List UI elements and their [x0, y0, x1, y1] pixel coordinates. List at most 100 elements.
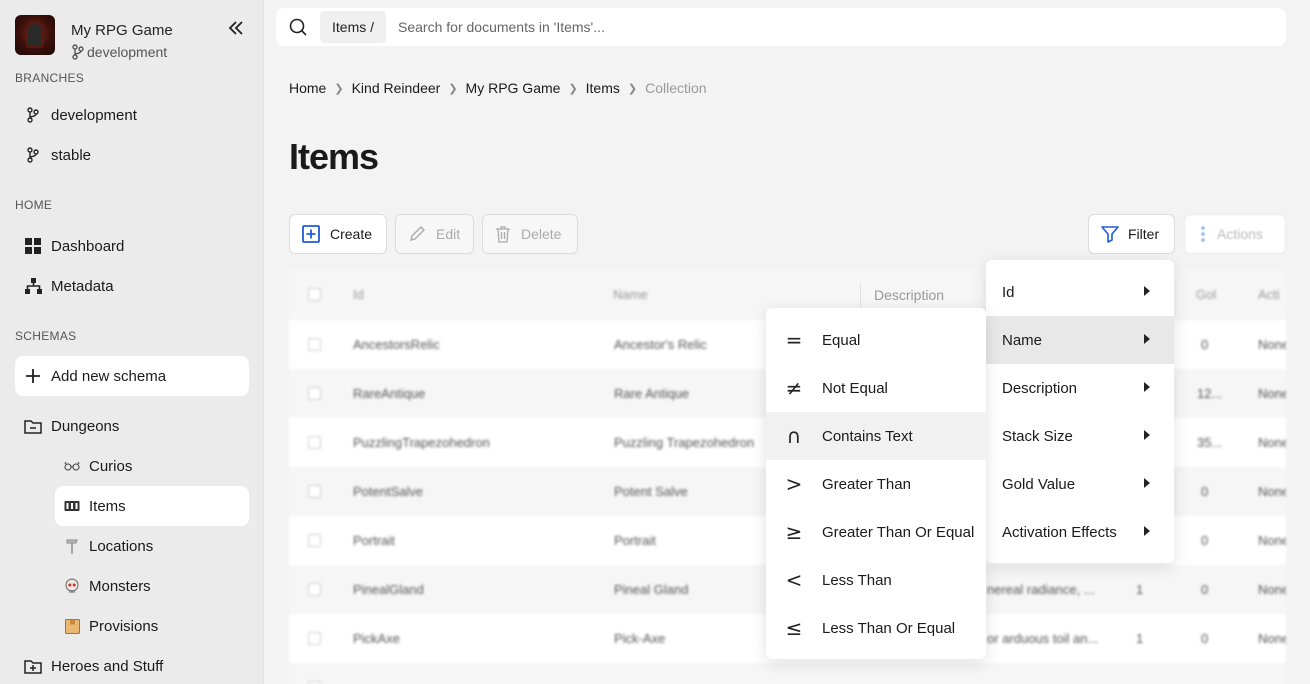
cell-id: Portrait: [353, 533, 395, 548]
glasses-icon: [64, 461, 80, 471]
project-switcher[interactable]: My RPG Game development: [15, 15, 255, 63]
cell-name: Rare Antique: [614, 386, 690, 401]
row-checkbox[interactable]: [308, 436, 321, 449]
add-schema-button[interactable]: Add new schema: [15, 356, 249, 396]
cell-activation: None: [1258, 582, 1286, 597]
schema-provisions[interactable]: Provisions: [55, 606, 249, 646]
collapse-sidebar-button[interactable]: [222, 14, 250, 42]
filter-field-activation-effects[interactable]: Activation Effects: [986, 508, 1174, 556]
breadcrumb-project[interactable]: My RPG Game: [466, 80, 561, 96]
cell-id: PuzzlingTrapezohedron: [353, 435, 490, 450]
filter-button[interactable]: Filter: [1088, 214, 1175, 254]
column-header[interactable]: Acti: [1258, 287, 1280, 302]
row-checkbox[interactable]: [308, 338, 321, 351]
cell-gold: 35...: [1197, 435, 1223, 450]
filter-field-gold-value[interactable]: Gold Value: [986, 460, 1174, 508]
filter-field-stack-size[interactable]: Stack Size: [986, 412, 1174, 460]
chevron-right-icon: ❯: [627, 82, 638, 95]
less-than-icon: <: [785, 568, 803, 592]
cell-name: Pick-Axe: [614, 631, 666, 646]
greater-equal-icon: ≥: [785, 520, 803, 544]
operator-less-than[interactable]: < Less Than: [766, 556, 986, 604]
create-button[interactable]: Create: [289, 214, 387, 254]
cell-name: Potent Salve: [614, 484, 688, 499]
intersection-icon: ∩: [786, 424, 802, 448]
filter-field-menu: Id Name Description Stack Size Gold Valu…: [986, 260, 1174, 563]
cell-stack: 1: [1136, 631, 1144, 646]
operator-contains-text[interactable]: ∩ Contains Text: [766, 412, 986, 460]
schema-locations[interactable]: Locations: [55, 526, 249, 566]
operator-not-equal[interactable]: ≠ Not Equal: [766, 364, 986, 412]
breadcrumb-org[interactable]: Kind Reindeer: [352, 80, 441, 96]
filter-field-name[interactable]: Name: [986, 316, 1174, 364]
column-header[interactable]: Name: [613, 287, 648, 302]
search-icon: [276, 18, 320, 36]
cell-gold: 0: [1201, 582, 1209, 597]
delete-button[interactable]: Delete: [482, 214, 578, 254]
equal-icon: =: [785, 328, 803, 352]
branch-icon: [27, 147, 39, 163]
caret-right-icon: [1144, 430, 1150, 440]
schema-curios[interactable]: Curios: [55, 446, 249, 486]
column-header[interactable]: Id: [353, 287, 364, 302]
caret-right-icon: [1144, 382, 1150, 392]
caret-right-icon: [1144, 334, 1150, 344]
nav-metadata[interactable]: Metadata: [15, 266, 249, 306]
nav-dashboard[interactable]: Dashboard: [15, 226, 249, 266]
operator-less-than-or-equal[interactable]: ≤ Less Than Or Equal: [766, 604, 986, 652]
cell-activation: None: [1258, 337, 1286, 352]
cell-id: RareAntique: [353, 386, 426, 401]
cell-id: PinealGland: [353, 582, 424, 597]
cell-name: Portrait: [614, 533, 656, 548]
row-checkbox[interactable]: [308, 485, 321, 498]
search-input[interactable]: [398, 19, 999, 35]
cell-gold: 0: [1201, 337, 1209, 352]
breadcrumb-items[interactable]: Items: [586, 80, 620, 96]
less-equal-icon: ≤: [785, 616, 803, 640]
operator-equal[interactable]: = Equal: [766, 316, 986, 364]
chevron-right-icon: ❯: [448, 82, 458, 95]
skull-icon: [65, 578, 79, 593]
column-header-description[interactable]: Description: [874, 287, 944, 303]
breadcrumb-home[interactable]: Home: [289, 80, 326, 96]
row-checkbox[interactable]: [308, 583, 321, 596]
cell-id: PotentSalve: [353, 484, 424, 499]
filter-field-description[interactable]: Description: [986, 364, 1174, 412]
cell-activation: None: [1258, 631, 1286, 646]
caret-right-icon: [1144, 286, 1150, 296]
operator-greater-than[interactable]: > Greater Than: [766, 460, 986, 508]
row-checkbox[interactable]: [308, 534, 321, 547]
branch-item-stable[interactable]: stable: [15, 135, 249, 175]
greater-than-icon: >: [785, 472, 803, 496]
not-equal-icon: ≠: [785, 376, 803, 400]
row-checkbox[interactable]: [308, 632, 321, 645]
row-checkbox[interactable]: [308, 387, 321, 400]
cell-name: Puzzling Trapezohedron: [614, 435, 755, 450]
cell-activation: None: [1258, 435, 1286, 450]
schema-items[interactable]: Items: [55, 486, 249, 526]
actions-button[interactable]: Actions: [1184, 214, 1286, 254]
project-avatar: [15, 15, 55, 55]
branch-item-development[interactable]: development: [15, 95, 249, 135]
project-branch: development: [71, 44, 167, 60]
cell-activation: None: [1258, 386, 1286, 401]
column-header[interactable]: Gol: [1196, 287, 1216, 302]
cell-description: nereal radiance, ...: [987, 582, 1095, 597]
pencil-icon: [410, 226, 425, 241]
search-scope-chip[interactable]: Items /: [320, 11, 387, 43]
schemas-label: SCHEMAS: [15, 329, 77, 343]
operator-greater-than-or-equal[interactable]: ≥ Greater Than Or Equal: [766, 508, 986, 556]
folder-dungeons[interactable]: Dungeons: [15, 406, 249, 446]
filter-field-id[interactable]: Id: [986, 268, 1174, 316]
select-all-checkbox[interactable]: [308, 288, 321, 301]
chevron-right-icon: ❯: [334, 82, 344, 95]
plus-icon: [26, 369, 40, 383]
column-divider: [860, 282, 861, 308]
schema-monsters[interactable]: Monsters: [55, 566, 249, 606]
folder-heroes-and-stuff[interactable]: Heroes and Stuff: [15, 646, 249, 684]
signpost-icon: [66, 539, 78, 554]
edit-button[interactable]: Edit: [395, 214, 474, 254]
table-row[interactable]: [289, 663, 1286, 684]
cell-gold: 0: [1201, 631, 1209, 646]
page-title: Items: [289, 136, 379, 177]
